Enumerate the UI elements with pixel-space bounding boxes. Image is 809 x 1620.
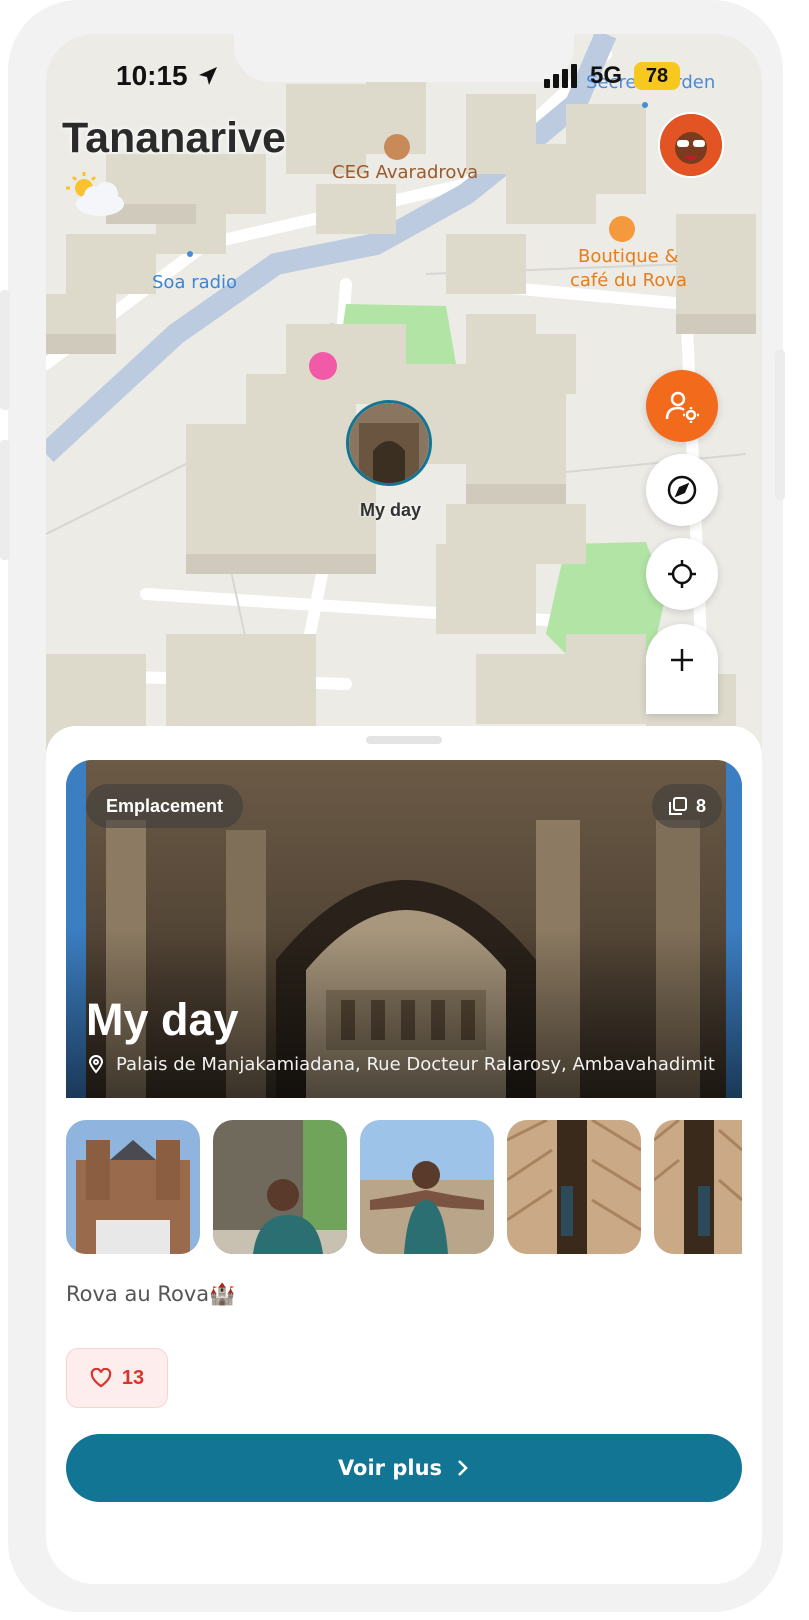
like-button[interactable]: 13 — [66, 1348, 168, 1408]
gallery-icon — [668, 797, 687, 815]
clock: 10:15 — [116, 60, 188, 91]
side-button — [775, 350, 785, 500]
hero-image[interactable]: Emplacement 8 My day Palais de Manjakami… — [66, 760, 742, 1098]
story-marker[interactable] — [346, 400, 432, 486]
poi-dot — [642, 102, 648, 108]
story-thumbnail-image — [349, 403, 429, 483]
like-count: 13 — [121, 1366, 145, 1389]
add-button[interactable] — [646, 624, 718, 714]
sheet-handle[interactable] — [366, 736, 442, 744]
location-pin-icon — [88, 1055, 104, 1074]
locate-button[interactable] — [646, 538, 718, 610]
photo-thumbnail[interactable] — [507, 1120, 641, 1254]
poi-label-boutique-2[interactable]: café du Rova — [570, 270, 687, 291]
partly-sunny-icon — [66, 172, 124, 216]
location-badge-label: Emplacement — [106, 795, 224, 816]
heart-icon — [90, 1368, 112, 1388]
post-caption: Rova au Rova🏰 — [66, 1282, 236, 1306]
avatar[interactable] — [658, 112, 724, 178]
story-marker-label[interactable]: My day — [360, 500, 421, 521]
poi-label-boutique[interactable]: Boutique & — [578, 246, 679, 267]
restaurant-icon[interactable] — [609, 216, 635, 242]
photo-thumbnail[interactable] — [66, 1120, 200, 1254]
photo-thumbnail[interactable] — [654, 1120, 742, 1254]
see-more-label: Voir plus — [337, 1456, 443, 1480]
photo-thumbnail[interactable] — [213, 1120, 347, 1254]
side-button — [0, 440, 10, 560]
photo-count-badge[interactable]: 8 — [651, 784, 722, 828]
battery-badge: 78 — [634, 62, 680, 90]
crosshair-icon — [668, 560, 696, 588]
compass-button[interactable] — [646, 454, 718, 526]
app-screen: 10:15 5G 78 Tananarive CEG Avaradrova Se… — [46, 34, 762, 1584]
card-address: Palais de Manjakamiadana, Rue Docteur Ra… — [116, 1054, 716, 1075]
location-arrow-icon — [199, 67, 217, 85]
status-bar: 10:15 5G 78 — [46, 56, 762, 96]
chevron-right-icon — [458, 1460, 468, 1476]
compass-icon — [667, 475, 697, 505]
location-badge: Emplacement — [86, 784, 244, 828]
map-view[interactable]: Tananarive CEG Avaradrova Secret Garden … — [46, 34, 762, 754]
user-gear-icon — [665, 391, 699, 423]
see-more-button[interactable]: Voir plus — [66, 1434, 742, 1502]
poi-label-soa-radio[interactable]: Soa radio — [152, 272, 237, 293]
card-title: My day — [86, 994, 239, 1045]
signal-icon — [544, 64, 577, 88]
user-settings-button[interactable] — [646, 370, 718, 442]
poi-marker-ceg[interactable] — [384, 134, 410, 160]
castle-icon[interactable] — [309, 352, 337, 380]
photo-thumbnail[interactable] — [360, 1120, 494, 1254]
bottom-sheet[interactable]: Emplacement 8 My day Palais de Manjakami… — [46, 726, 762, 1584]
plus-icon — [671, 649, 693, 671]
poi-label-ceg[interactable]: CEG Avaradrova — [332, 162, 478, 183]
side-button — [0, 290, 10, 410]
network-label: 5G — [590, 62, 623, 89]
photo-count: 8 — [695, 795, 706, 816]
poi-dot — [187, 251, 193, 257]
city-title: Tananarive — [62, 114, 286, 162]
